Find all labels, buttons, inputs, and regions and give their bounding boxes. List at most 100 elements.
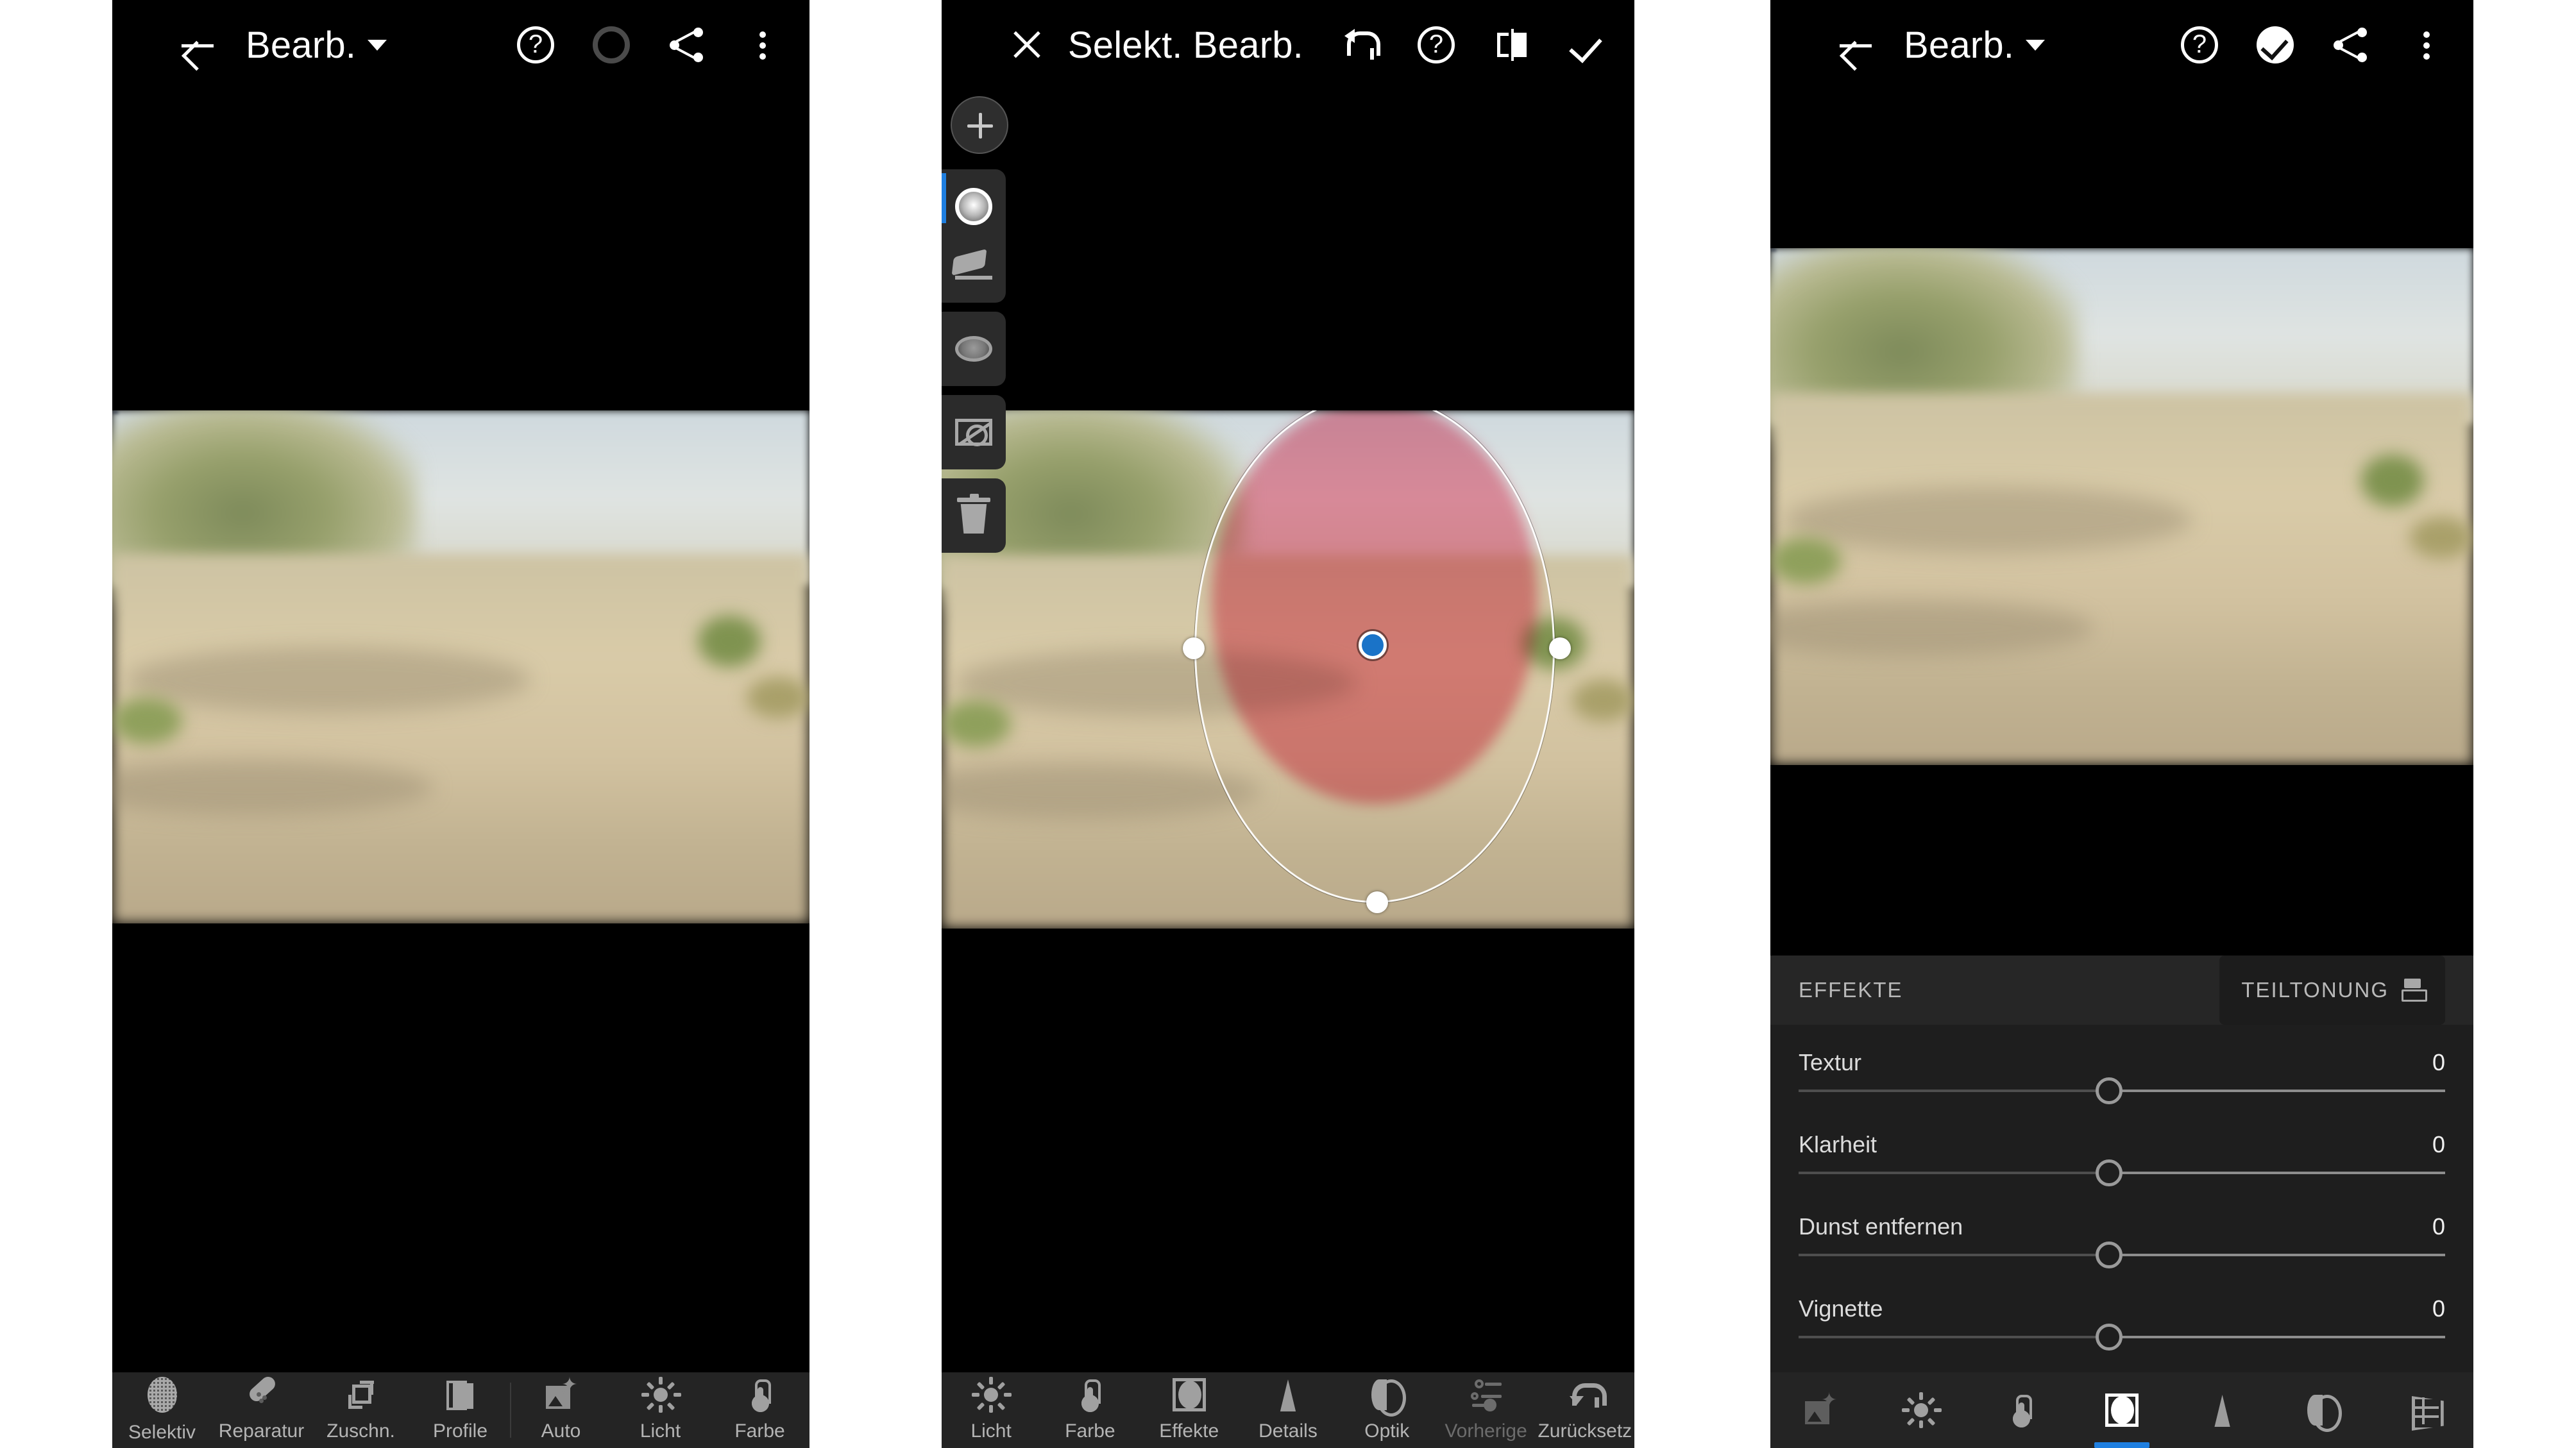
left-topbar: Bearb. ?: [112, 0, 809, 90]
help-icon[interactable]: ?: [1418, 26, 1455, 63]
tool-selektiv[interactable]: Selektiv: [112, 1372, 212, 1448]
tool-effekte[interactable]: Effekte: [1140, 1372, 1239, 1448]
tool-profile[interactable]: Profile: [411, 1372, 510, 1448]
tool-geometrie[interactable]: [2373, 1372, 2473, 1448]
tool-label: Zurücksetz: [1538, 1420, 1632, 1442]
slider-value: 0: [2432, 1295, 2445, 1322]
effects-icon: [2105, 1393, 2139, 1427]
tool-label: Farbe: [1065, 1420, 1115, 1442]
radial-mask-tool-button[interactable]: [942, 177, 1006, 236]
tool-licht[interactable]: [1871, 1372, 1972, 1448]
selection-handle-bottom[interactable]: [1366, 891, 1389, 913]
slider-label: Textur: [1799, 1049, 1862, 1075]
slider-vignette[interactable]: Vignette 0: [1770, 1286, 2473, 1358]
circle-outline-icon[interactable]: [593, 26, 630, 63]
duplicate-mask-button[interactable]: [942, 319, 1006, 378]
tool-reparatur[interactable]: Reparatur: [212, 1372, 311, 1448]
tool-zuruecksetzen[interactable]: Zurücksetz: [1536, 1372, 1634, 1448]
tool-zuschneiden[interactable]: Zuschn.: [311, 1372, 411, 1448]
undo-icon[interactable]: [1342, 26, 1380, 63]
photo-preview-mid[interactable]: [942, 410, 1634, 929]
split-toning-button[interactable]: TEILTONUNG: [2219, 956, 2445, 1025]
share-icon[interactable]: [2332, 26, 2369, 63]
overflow-menu-icon[interactable]: [744, 26, 781, 63]
tool-licht[interactable]: Licht: [942, 1372, 1040, 1448]
compare-icon[interactable]: [1493, 26, 1530, 63]
slider-knob[interactable]: [2096, 1077, 2123, 1104]
help-icon[interactable]: ?: [517, 26, 554, 63]
tool-effekte[interactable]: [2072, 1372, 2173, 1448]
section-title: EFFEKTE: [1799, 978, 1903, 1002]
slider-value: 0: [2432, 1213, 2445, 1240]
photo-preview-right[interactable]: [1770, 248, 2473, 765]
effects-slider-list: Textur 0 Klarheit 0 Dunst entfernen 0 Vi…: [1770, 1025, 2473, 1372]
selection-handle-right[interactable]: [1549, 637, 1572, 659]
previous-icon: [1470, 1378, 1503, 1411]
light-icon: [972, 1377, 1012, 1413]
panel-selective-edit: Selekt. Bearb. ? Licht Farbe Effekte Det…: [942, 0, 1634, 1448]
active-tab-indicator: [2094, 1442, 2150, 1448]
invert-icon: [955, 419, 992, 446]
light-icon: [641, 1377, 681, 1413]
close-icon[interactable]: [1008, 26, 1046, 63]
split-toning-icon: [2402, 979, 2427, 1002]
slider-klarheit[interactable]: Klarheit 0: [1770, 1122, 2473, 1194]
photo-preview-left[interactable]: [112, 410, 809, 923]
tool-label: Selektiv: [128, 1422, 196, 1443]
selection-handle-left[interactable]: [1182, 637, 1205, 659]
healing-icon: [245, 1378, 278, 1411]
tool-farbe[interactable]: Farbe: [710, 1372, 809, 1448]
mask-tool-group-primary: [942, 169, 1006, 303]
tool-auto[interactable]: ✦ ✦: [1770, 1372, 1871, 1448]
share-icon[interactable]: [668, 26, 706, 63]
slider-knob[interactable]: [2096, 1242, 2123, 1268]
mid-bottom-toolbar: Licht Farbe Effekte Details Optik Vorher…: [942, 1372, 1634, 1448]
optics-icon: [2306, 1393, 2343, 1432]
eraser-tool-button[interactable]: [942, 236, 1006, 295]
tool-licht[interactable]: Licht: [611, 1372, 710, 1448]
arrow-left-icon[interactable]: [1837, 26, 1874, 63]
slider-knob[interactable]: [2096, 1324, 2123, 1351]
panel-edit-overview: Bearb. ? Selektiv Reparatur Zuschn. Prof…: [112, 0, 809, 1448]
delete-mask-button[interactable]: [942, 486, 1006, 545]
confirm-check-icon[interactable]: [1569, 26, 1606, 63]
geometry-icon: [2407, 1393, 2440, 1427]
split-toning-label: TEILTONUNG: [2241, 978, 2389, 1002]
tool-details[interactable]: Details: [1239, 1372, 1337, 1448]
tool-details[interactable]: [2172, 1372, 2273, 1448]
tool-label: Vorherige: [1445, 1420, 1527, 1442]
slider-label: Dunst entfernen: [1799, 1213, 1963, 1240]
mask-tool-group-invert: [942, 395, 1006, 469]
slider-textur[interactable]: Textur 0: [1770, 1040, 2473, 1112]
slider-dunst-entfernen[interactable]: Dunst entfernen 0: [1770, 1204, 2473, 1276]
slider-knob[interactable]: [2096, 1159, 2123, 1186]
tool-farbe[interactable]: [1971, 1372, 2072, 1448]
tool-label: Licht: [640, 1420, 681, 1442]
tool-optik[interactable]: [2273, 1372, 2373, 1448]
trash-icon: [957, 494, 990, 534]
overflow-menu-icon[interactable]: [2408, 26, 2445, 63]
tool-label: Optik: [1364, 1420, 1410, 1442]
confirm-filled-check-icon[interactable]: [2257, 26, 2294, 63]
slider-label: Vignette: [1799, 1295, 1883, 1322]
tool-optik[interactable]: Optik: [1337, 1372, 1436, 1448]
tool-label: Auto: [541, 1420, 581, 1442]
tool-farbe[interactable]: Farbe: [1040, 1372, 1139, 1448]
color-icon: [743, 1378, 777, 1412]
help-icon[interactable]: ?: [2181, 26, 2218, 63]
tool-label: Details: [1258, 1420, 1318, 1442]
screenshot-stage: Bearb. ? Selektiv Reparatur Zuschn. Prof…: [0, 0, 2576, 1448]
arrow-left-icon[interactable]: [179, 26, 216, 63]
caret-down-icon[interactable]: [2026, 39, 2046, 51]
caret-down-icon[interactable]: [368, 39, 387, 51]
auto-icon: ✦ ✦: [1804, 1391, 1837, 1427]
right-topbar: Bearb. ?: [1770, 0, 2473, 90]
mask-tool-group-delete: [942, 478, 1006, 553]
slider-label: Klarheit: [1799, 1131, 1877, 1158]
tool-label: Zuschn.: [326, 1420, 395, 1442]
add-mask-button[interactable]: [951, 96, 1008, 154]
invert-mask-button[interactable]: [942, 403, 1006, 462]
tool-vorherige[interactable]: Vorherige: [1436, 1372, 1535, 1448]
tool-auto[interactable]: ✦ ✦ Auto: [511, 1372, 611, 1448]
slider-value: 0: [2432, 1131, 2445, 1158]
